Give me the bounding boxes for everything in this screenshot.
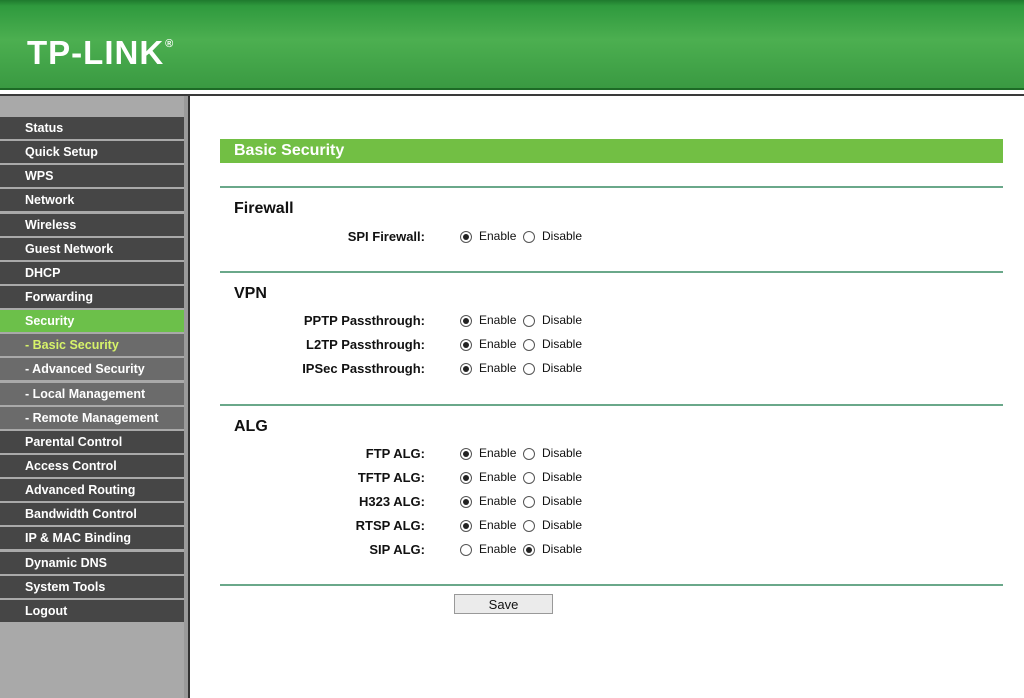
disable-option-label: Disable [542,361,583,375]
spi-firewall-disable-radio[interactable] [523,231,535,243]
disable-option-label: Disable [542,337,583,351]
ftp-alg-enable-radio[interactable] [460,448,472,460]
header-banner: TP-LINK® [0,0,1024,90]
enable-option-label: Enable [479,337,517,351]
l2tp-passthrough-disable-radio[interactable] [523,339,535,351]
disable-option-label: Disable [542,494,583,508]
disable-option-label: Disable [542,470,583,484]
firewall-section-title: Firewall [234,200,294,217]
enable-option-label: Enable [479,494,517,508]
enable-option-label: Enable [479,361,517,375]
section-divider [220,404,1003,406]
page-title: Basic Security [220,139,1003,163]
disable-option-label: Disable [542,542,583,556]
section-divider [220,271,1003,273]
section-divider [220,584,1003,586]
l2tp-passthrough-enable-radio[interactable] [460,339,472,351]
sidebar-item-forwarding[interactable]: Forwarding [0,285,184,308]
tp-link-logo: TP-LINK® [27,34,174,72]
sidebar-item-access-control[interactable]: Access Control [0,454,184,477]
l2tp-passthrough-row: L2TP Passthrough: Enable Disable [190,337,1024,357]
sidebar-item-basic-security[interactable]: - Basic Security [0,334,184,357]
sidebar-item-advanced-routing[interactable]: Advanced Routing [0,479,184,502]
sidebar-item-bandwidth-control[interactable]: Bandwidth Control [0,503,184,526]
tftp-alg-enable-radio[interactable] [460,472,472,484]
l2tp-passthrough-label: L2TP Passthrough: [306,337,425,352]
rtsp-alg-disable-radio[interactable] [523,520,535,532]
pptp-passthrough-label: PPTP Passthrough: [303,313,425,328]
pptp-passthrough-disable-radio[interactable] [523,315,535,327]
sidebar-item-security[interactable]: Security [0,310,184,333]
h323-alg-label: H323 ALG: [359,494,425,509]
enable-option-label: Enable [479,313,517,327]
sidebar-menu: Status Quick Setup WPS Network Wireless Guest… [0,117,184,624]
sidebar-item-guest-network[interactable]: Guest Network [0,237,184,260]
sidebar-item-status[interactable]: Status [0,117,184,139]
logo-text: TP-LINK [27,34,165,71]
sidebar-item-wireless[interactable]: Wireless [0,213,184,236]
h323-alg-enable-radio[interactable] [460,496,472,508]
sidebar-item-parental-control[interactable]: Parental Control [0,430,184,453]
rtsp-alg-label: RTSP ALG: [355,518,425,533]
rtsp-alg-enable-radio[interactable] [460,520,472,532]
ipsec-passthrough-label: IPSec Passthrough: [302,361,425,376]
sidebar-item-network[interactable]: Network [0,189,184,212]
rtsp-alg-row: RTSP ALG: Enable Disable [190,518,1024,538]
ftp-alg-label: FTP ALG: [365,446,425,461]
disable-option-label: Disable [542,446,583,460]
alg-section-title: ALG [234,418,268,435]
registered-mark: ® [165,38,175,50]
spi-firewall-row: SPI Firewall: Enable Disable [190,229,1024,249]
h323-alg-disable-radio[interactable] [523,496,535,508]
tftp-alg-disable-radio[interactable] [523,472,535,484]
save-button[interactable]: Save [454,594,553,614]
ipsec-passthrough-enable-radio[interactable] [460,363,472,375]
ipsec-passthrough-disable-radio[interactable] [523,363,535,375]
sip-alg-disable-radio[interactable] [523,544,535,556]
main-content: Basic Security Firewall SPI Firewall: Ena… [190,96,1024,698]
h323-alg-row: H323 ALG: Enable Disable [190,494,1024,514]
disable-option-label: Disable [542,313,583,327]
sidebar-item-advanced-security[interactable]: - Advanced Security [0,358,184,381]
sip-alg-label: SIP ALG: [369,542,425,557]
sip-alg-enable-radio[interactable] [460,544,472,556]
sidebar-item-dhcp[interactable]: DHCP [0,261,184,284]
section-divider [220,186,1003,188]
vpn-section-title: VPN [234,285,267,302]
sidebar-item-quick-setup[interactable]: Quick Setup [0,141,184,164]
sidebar-item-wps[interactable]: WPS [0,165,184,188]
pptp-passthrough-enable-radio[interactable] [460,315,472,327]
disable-option-label: Disable [542,229,583,243]
ipsec-passthrough-row: IPSec Passthrough: Enable Disable [190,361,1024,381]
enable-option-label: Enable [479,446,517,460]
sip-alg-row: SIP ALG: Enable Disable [190,542,1024,562]
enable-option-label: Enable [479,229,517,243]
ftp-alg-row: FTP ALG: Enable Disable [190,446,1024,466]
disable-option-label: Disable [542,518,583,532]
ftp-alg-disable-radio[interactable] [523,448,535,460]
enable-option-label: Enable [479,470,517,484]
sidebar-item-local-management[interactable]: - Local Management [0,382,184,405]
spi-firewall-label: SPI Firewall: [347,229,425,244]
spi-firewall-enable-radio[interactable] [460,231,472,243]
sidebar-item-system-tools[interactable]: System Tools [0,575,184,598]
sidebar-item-ip-mac-binding[interactable]: IP & MAC Binding [0,527,184,550]
tftp-alg-label: TFTP ALG: [357,470,425,485]
sidebar-item-remote-management[interactable]: - Remote Management [0,406,184,429]
tftp-alg-row: TFTP ALG: Enable Disable [190,470,1024,490]
enable-option-label: Enable [479,518,517,532]
sidebar-item-dynamic-dns[interactable]: Dynamic DNS [0,551,184,574]
enable-option-label: Enable [479,542,517,556]
pptp-passthrough-row: PPTP Passthrough: Enable Disable [190,313,1024,333]
sidebar-item-logout[interactable]: Logout [0,599,184,622]
